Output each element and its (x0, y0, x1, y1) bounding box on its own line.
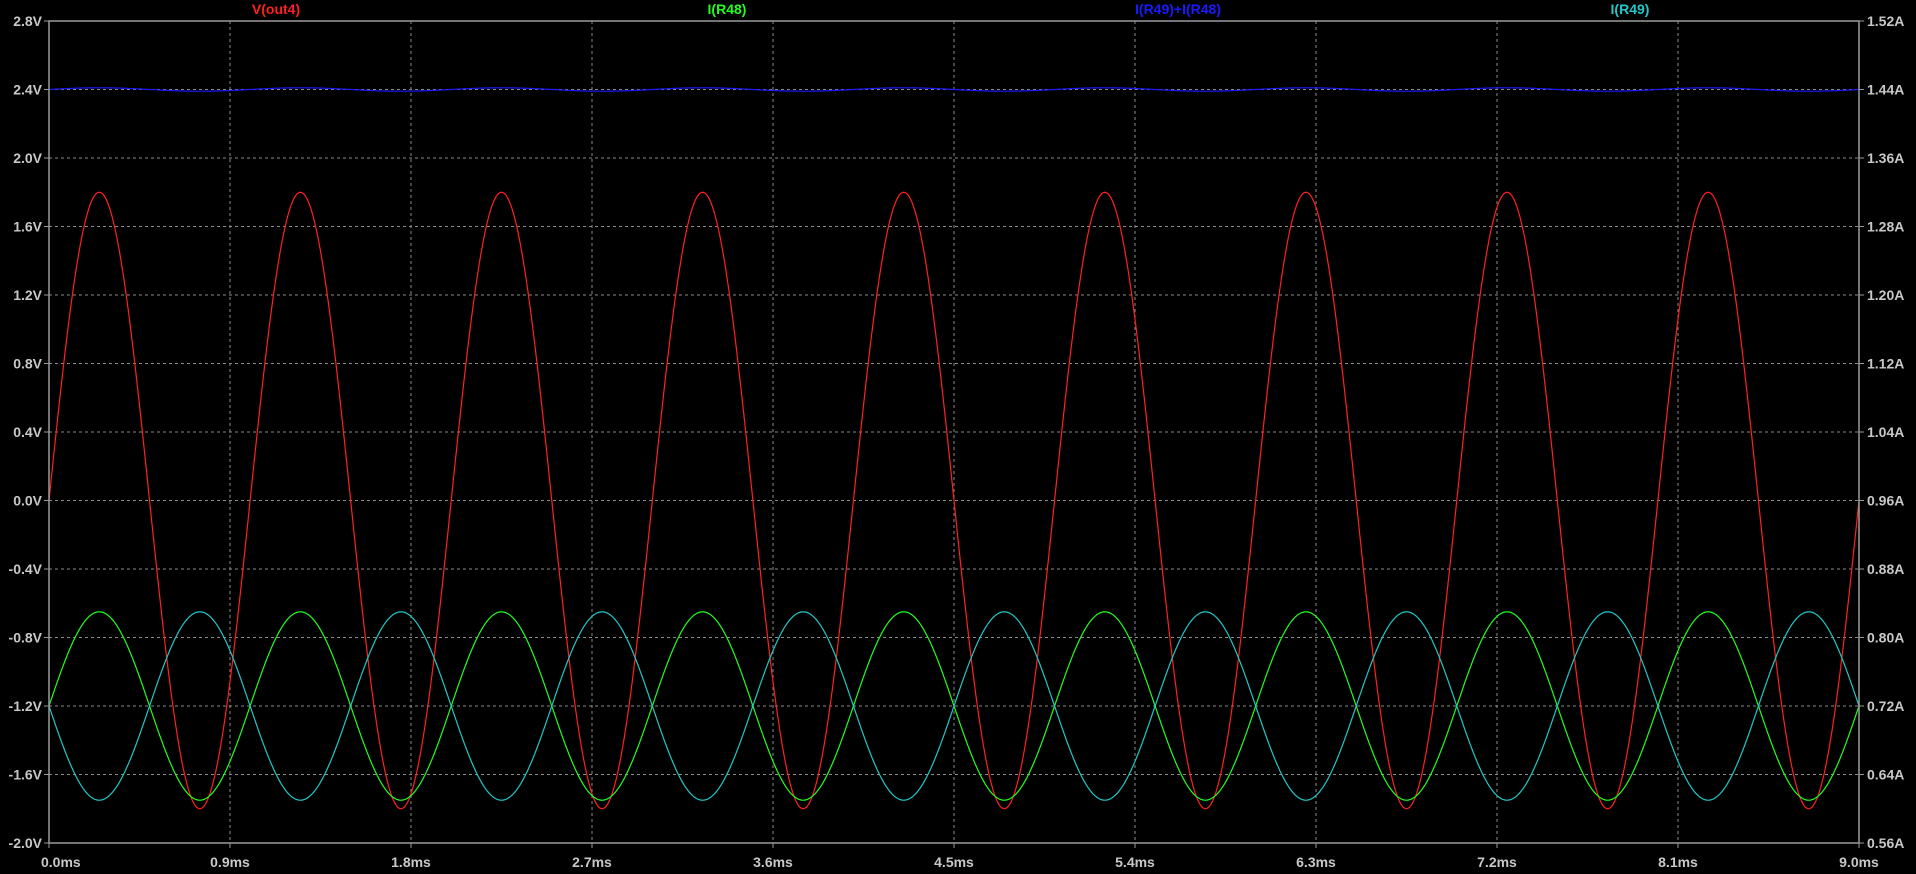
y-left-tick-label: 0.8V (13, 356, 42, 372)
y-left-tick-label: -1.2V (9, 698, 43, 714)
y-right-tick-label: 1.52A (1867, 13, 1904, 29)
y-left-tick-label: -2.0V (9, 835, 43, 851)
y-left-tick-label: -0.4V (9, 561, 43, 577)
y-right-tick-label: 0.64A (1867, 767, 1904, 783)
x-tick-label: 3.6ms (753, 854, 793, 870)
y-left-tick-label: 2.4V (13, 82, 42, 98)
x-tick-label: 7.2ms (1477, 854, 1517, 870)
legend-entry[interactable]: I(R48) (708, 1, 747, 17)
y-right-tick-label: 1.28A (1867, 219, 1904, 235)
y-left-tick-label: 0.0V (13, 493, 42, 509)
y-right-tick-label: 0.96A (1867, 493, 1904, 509)
y-left-tick-label: 2.0V (13, 150, 42, 166)
x-tick-label: 5.4ms (1115, 854, 1155, 870)
y-left-tick-label: 2.8V (13, 13, 42, 29)
legend-entry[interactable]: I(R49) (1611, 1, 1650, 17)
y-right-tick-label: 0.88A (1867, 561, 1904, 577)
y-left-tick-label: -1.6V (9, 767, 43, 783)
legend-entry[interactable]: V(out4) (252, 1, 300, 17)
y-right-tick-label: 1.36A (1867, 150, 1904, 166)
x-tick-label: 2.7ms (572, 854, 612, 870)
waveform-plot[interactable]: 0.0ms 0.9ms 1.8ms 2.7ms 3.6ms 4.5ms 5.4ms 6.3ms… (0, 0, 1916, 874)
y-right-tick-label: 1.12A (1867, 356, 1904, 372)
x-tick-label: 0.9ms (210, 854, 250, 870)
x-tick-label: 1.8ms (391, 854, 431, 870)
x-tick-label: 4.5ms (934, 854, 974, 870)
y-right-tick-label: 1.44A (1867, 82, 1904, 98)
x-tick-label: 0.0ms (41, 854, 81, 870)
y-left-tick-label: 0.4V (13, 424, 42, 440)
x-tick-label: 6.3ms (1296, 854, 1336, 870)
y-left-tick-label: 1.6V (13, 219, 42, 235)
y-left-tick-label: 1.2V (13, 287, 42, 303)
y-right-tick-label: 0.56A (1867, 835, 1904, 851)
x-tick-label: 8.1ms (1658, 854, 1698, 870)
legend-entry[interactable]: I(R49)+I(R48) (1135, 1, 1221, 17)
y-right-tick-label: 1.04A (1867, 424, 1904, 440)
x-tick-label: 9.0ms (1839, 854, 1879, 870)
y-right-tick-label: 0.80A (1867, 630, 1904, 646)
y-right-tick-label: 1.20A (1867, 287, 1904, 303)
y-right-tick-label: 0.72A (1867, 698, 1904, 714)
y-left-tick-label: -0.8V (9, 630, 43, 646)
